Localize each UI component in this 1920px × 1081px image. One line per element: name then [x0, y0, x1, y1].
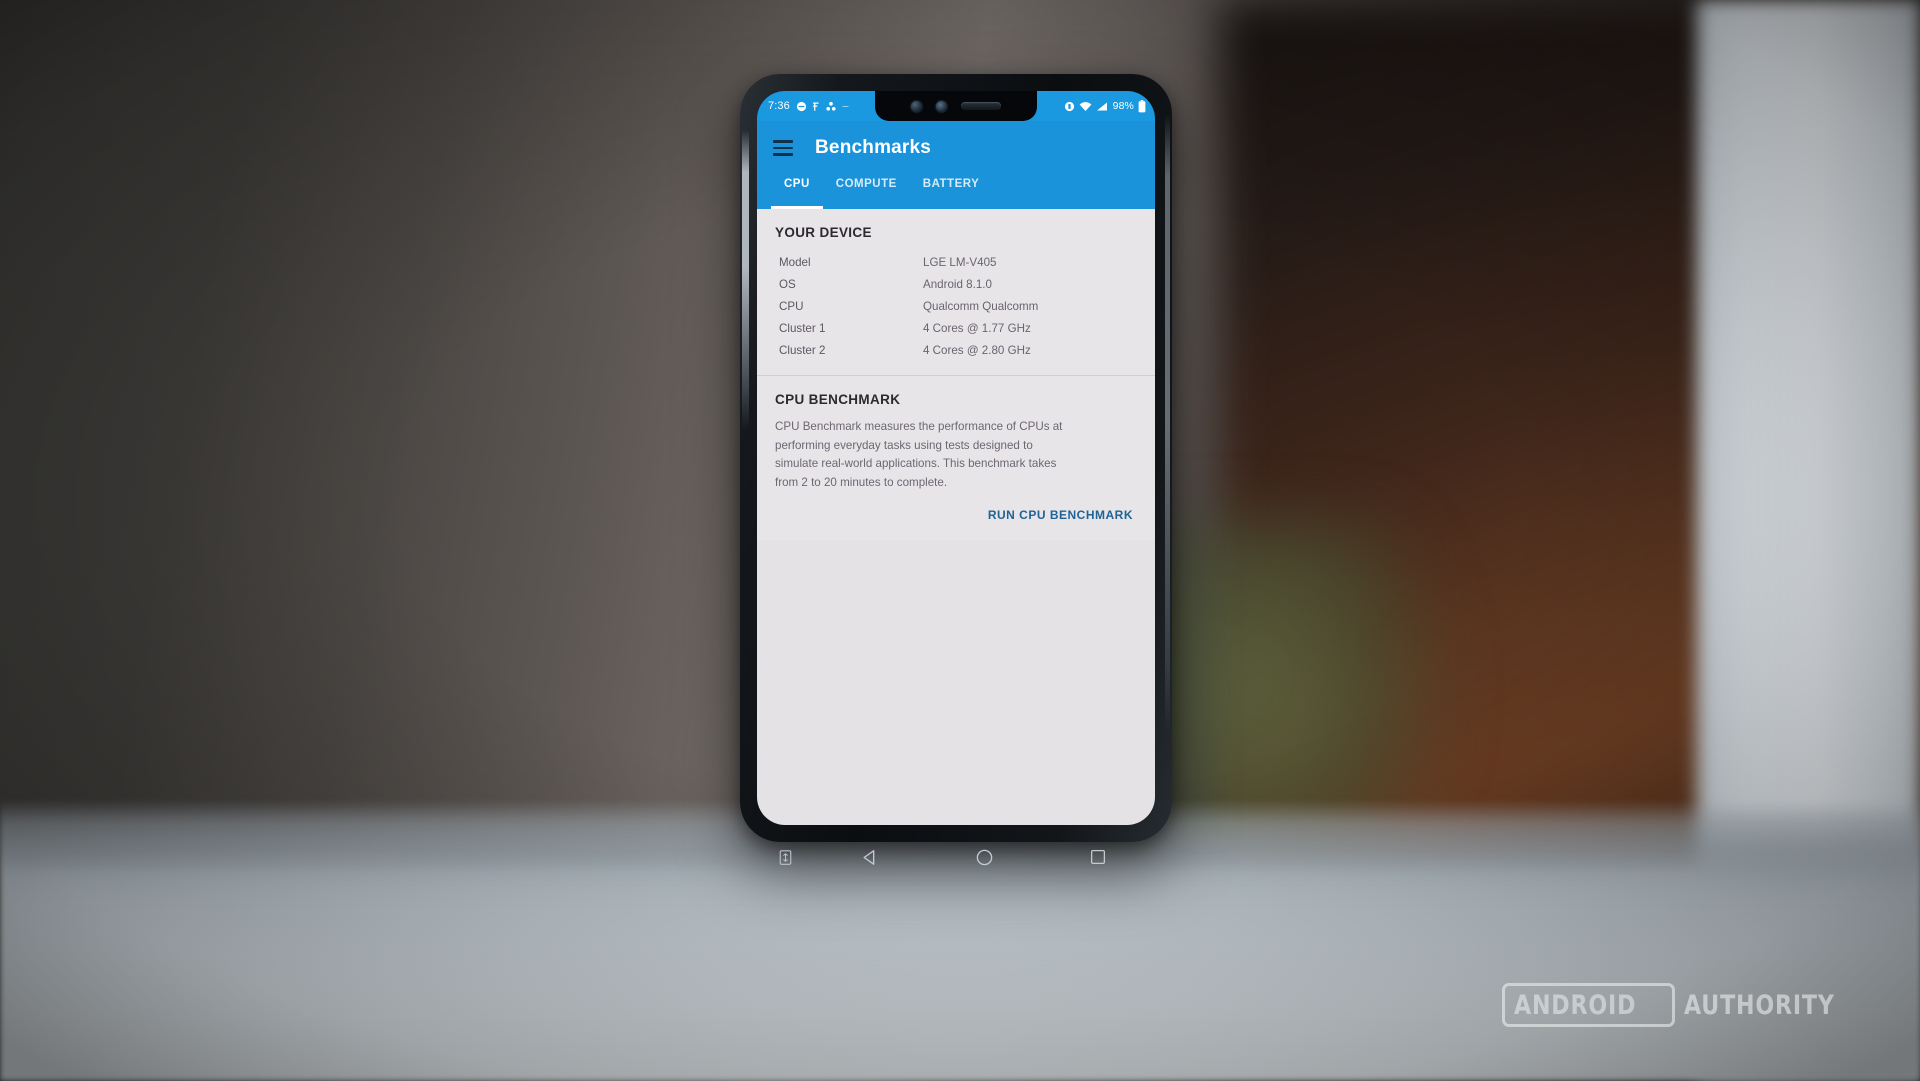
- your-device-title: YOUR DEVICE: [775, 225, 872, 240]
- navigation-bar: [757, 830, 1155, 884]
- device-row-model: Model LGE LM-V405: [775, 251, 1137, 273]
- app-bar: Benchmarks: [757, 121, 1155, 175]
- device-row-label: Model: [779, 255, 811, 269]
- device-row-value: 4 Cores @ 1.77 GHz: [923, 321, 1031, 335]
- battery-percent-label: 98%: [1112, 100, 1134, 112]
- recents-icon[interactable]: [1041, 848, 1155, 866]
- watermark: ANDROID AUTHORITY: [1502, 983, 1868, 1027]
- tab-content-cpu: YOUR DEVICE Model LGE LM-V405 OS Android…: [757, 209, 1155, 825]
- tab-battery[interactable]: BATTERY: [910, 175, 993, 209]
- device-row-value: LGE LM-V405: [923, 255, 997, 269]
- status-bar-left: 7:36: [768, 100, 850, 112]
- cpu-benchmark-title: CPU BENCHMARK: [775, 392, 901, 407]
- device-row-cluster-2: Cluster 2 4 Cores @ 2.80 GHz: [775, 339, 1137, 361]
- hearing-aid-icon: [811, 101, 821, 112]
- device-row-value: Qualcomm Qualcomm: [923, 299, 1039, 313]
- phone-device: 7:36 98% Benchmarks CPU COMPUTE BATTERY …: [740, 74, 1172, 865]
- wide-camera-icon: [936, 100, 947, 112]
- watermark-boxed-word: ANDROID: [1502, 983, 1676, 1027]
- placeholder-dash-icon: [841, 102, 850, 111]
- tab-cpu[interactable]: CPU: [771, 175, 823, 209]
- back-icon[interactable]: [813, 848, 927, 867]
- status-bar-right: 98%: [1064, 99, 1146, 113]
- front-camera-icon: [911, 100, 922, 112]
- your-device-card: YOUR DEVICE Model LGE LM-V405 OS Android…: [757, 209, 1155, 375]
- device-row-label: Cluster 2: [779, 343, 826, 357]
- app-title: Benchmarks: [815, 137, 932, 158]
- photo-scene: 7:36 98% Benchmarks CPU COMPUTE BATTERY …: [0, 0, 1920, 1081]
- content-empty-area: [757, 540, 1155, 711]
- cpu-benchmark-description: CPU Benchmark measures the performance o…: [775, 420, 1063, 489]
- device-row-label: Cluster 1: [779, 321, 826, 335]
- device-row-value: 4 Cores @ 2.80 GHz: [923, 343, 1031, 357]
- device-row-os: OS Android 8.1.0: [775, 273, 1137, 295]
- vibrate-icon: [1064, 101, 1075, 112]
- bluetooth-share-icon: [825, 101, 837, 112]
- earpiece-speaker: [961, 102, 1001, 110]
- device-row-label: OS: [779, 277, 796, 291]
- run-cpu-benchmark-button[interactable]: RUN CPU BENCHMARK: [988, 508, 1133, 522]
- watermark-authority-label: AUTHORITY: [1684, 989, 1835, 1021]
- signal-icon: [1096, 101, 1108, 112]
- hamburger-menu-icon[interactable]: [773, 140, 793, 156]
- battery-full-icon: [1138, 99, 1146, 113]
- dnd-icon: [796, 101, 807, 112]
- watermark-android-label: ANDROID: [1514, 990, 1637, 1021]
- device-row-cluster-1: Cluster 1 4 Cores @ 1.77 GHz: [775, 317, 1137, 339]
- display-notch: [875, 91, 1037, 121]
- cpu-benchmark-card: CPU BENCHMARK CPU Benchmark measures the…: [757, 375, 1155, 541]
- cpu-benchmark-action-row: RUN CPU BENCHMARK: [775, 492, 1137, 526]
- screen-pin-icon[interactable]: [757, 849, 813, 865]
- home-icon[interactable]: [927, 848, 1041, 867]
- tab-bar: CPU COMPUTE BATTERY: [757, 175, 1155, 209]
- device-row-label: CPU: [779, 299, 804, 313]
- wifi-icon: [1079, 101, 1092, 112]
- tab-compute[interactable]: COMPUTE: [823, 175, 910, 209]
- phone-screen: 7:36 98% Benchmarks CPU COMPUTE BATTERY …: [757, 91, 1155, 825]
- status-clock: 7:36: [768, 100, 790, 112]
- device-row-cpu: CPU Qualcomm Qualcomm: [775, 295, 1137, 317]
- device-row-value: Android 8.1.0: [923, 277, 992, 291]
